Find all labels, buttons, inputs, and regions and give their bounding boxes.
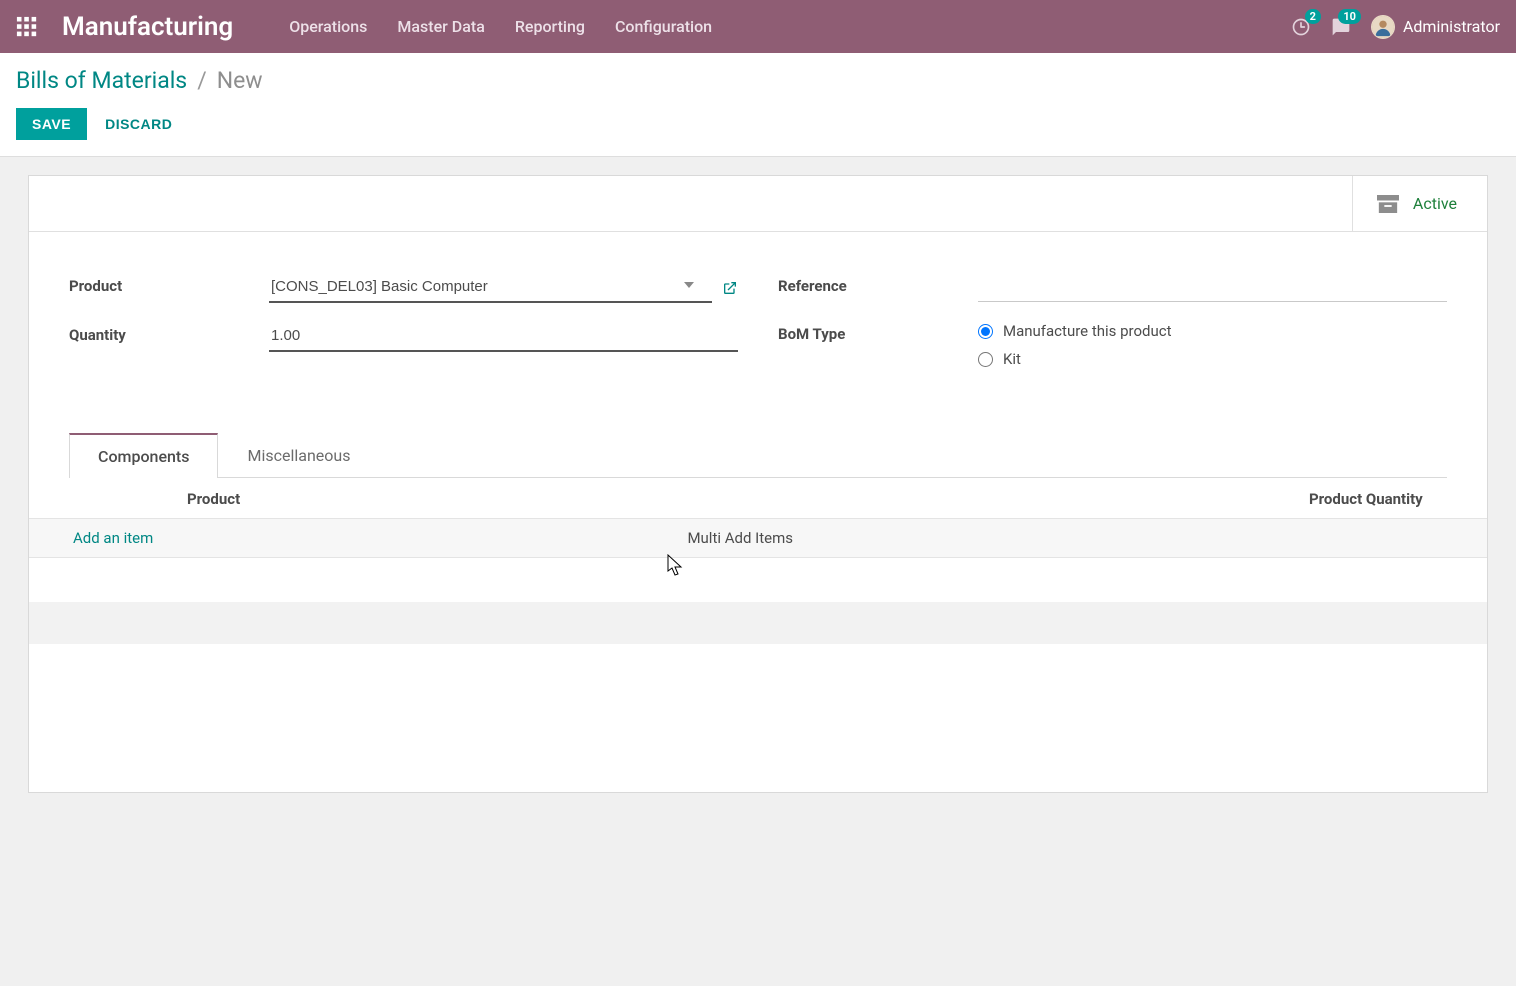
chevron-down-icon[interactable]	[684, 282, 694, 288]
reference-label: Reference	[778, 272, 978, 295]
tab-miscellaneous[interactable]: Miscellaneous	[218, 433, 379, 478]
add-item-link[interactable]: Add an item	[73, 529, 153, 547]
activity-icon[interactable]: 2	[1291, 17, 1311, 37]
reference-input[interactable]	[978, 272, 1447, 302]
archive-icon	[1377, 195, 1399, 213]
menu-operations[interactable]: Operations	[289, 17, 367, 36]
breadcrumb: Bills of Materials / New	[16, 67, 1500, 94]
active-label: Active	[1413, 194, 1457, 213]
quantity-label: Quantity	[69, 321, 269, 344]
bom-type-label: BoM Type	[778, 320, 978, 343]
radio-manufacture-label: Manufacture this product	[1003, 322, 1172, 340]
product-label: Product	[69, 272, 269, 295]
messages-icon[interactable]: 10	[1331, 17, 1351, 37]
breadcrumb-sep: /	[197, 67, 207, 94]
user-menu[interactable]: Administrator	[1371, 15, 1500, 39]
multi-add-link[interactable]: Multi Add Items	[687, 529, 793, 547]
col-product[interactable]: Product	[187, 490, 1309, 508]
save-button[interactable]: SAVE	[16, 108, 87, 140]
radio-kit-input[interactable]	[978, 352, 993, 367]
breadcrumb-parent[interactable]: Bills of Materials	[16, 67, 187, 94]
apps-icon[interactable]	[16, 16, 38, 38]
col-handle	[37, 490, 187, 508]
product-input[interactable]	[269, 272, 712, 303]
quantity-input[interactable]	[269, 321, 738, 352]
username: Administrator	[1403, 17, 1500, 36]
status-bar: Active	[29, 176, 1487, 232]
radio-manufacture[interactable]: Manufacture this product	[978, 322, 1447, 340]
table-row	[29, 644, 1487, 744]
topbar: Manufacturing Operations Master Data Rep…	[0, 0, 1516, 53]
tabs: Components Miscellaneous	[69, 432, 1447, 478]
menu-reporting[interactable]: Reporting	[515, 17, 585, 36]
top-menu: Operations Master Data Reporting Configu…	[289, 17, 712, 36]
activity-badge: 2	[1305, 9, 1321, 24]
control-panel: Bills of Materials / New SAVE DISCARD	[0, 53, 1516, 157]
table-row	[29, 602, 1487, 644]
menu-configuration[interactable]: Configuration	[615, 17, 712, 36]
radio-kit[interactable]: Kit	[978, 350, 1447, 368]
tab-components[interactable]: Components	[69, 433, 218, 478]
radio-kit-label: Kit	[1003, 350, 1021, 368]
menu-master-data[interactable]: Master Data	[397, 17, 484, 36]
form-sheet: Active Product Quantity	[28, 175, 1488, 793]
avatar	[1371, 15, 1395, 39]
table-row	[29, 558, 1487, 602]
radio-manufacture-input[interactable]	[978, 324, 993, 339]
discard-button[interactable]: DISCARD	[105, 116, 172, 132]
col-quantity[interactable]: Product Quantity	[1309, 490, 1479, 508]
messages-badge: 10	[1338, 9, 1361, 24]
app-brand[interactable]: Manufacturing	[62, 12, 233, 42]
external-link-icon[interactable]	[722, 280, 738, 296]
breadcrumb-current: New	[217, 67, 263, 94]
components-table: Product Product Quantity Add an item Mul…	[29, 478, 1487, 744]
active-toggle[interactable]: Active	[1352, 176, 1487, 231]
